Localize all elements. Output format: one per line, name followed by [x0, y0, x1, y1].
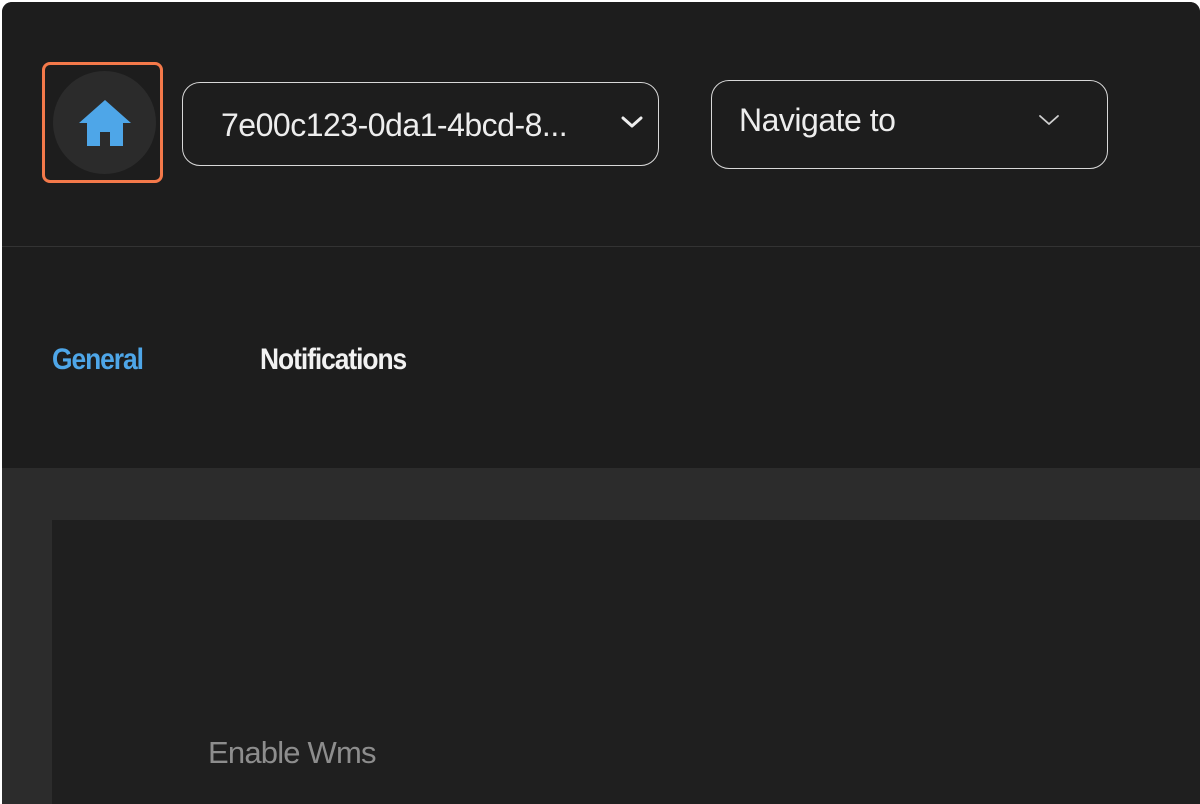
- navigate-to-select[interactable]: Navigate to: [711, 80, 1108, 169]
- tab-notifications[interactable]: Notifications: [260, 343, 407, 377]
- tab-bar: General Notifications: [2, 247, 1200, 468]
- home-icon: [77, 98, 133, 148]
- content-area: Enable Wms: [2, 468, 1200, 804]
- home-button[interactable]: [53, 71, 156, 174]
- top-bar: 7e00c123-0da1-4bcd-8... Navigate to: [2, 2, 1200, 247]
- chevron-down-icon: [620, 114, 644, 130]
- chevron-down-icon: [1037, 112, 1061, 128]
- id-select[interactable]: 7e00c123-0da1-4bcd-8...: [182, 82, 659, 166]
- settings-panel: Enable Wms: [52, 520, 1200, 804]
- tab-general[interactable]: General: [52, 343, 144, 377]
- app-window: 7e00c123-0da1-4bcd-8... Navigate to Gene…: [2, 2, 1200, 804]
- id-select-value: 7e00c123-0da1-4bcd-8...: [221, 106, 568, 143]
- enable-wms-label: Enable Wms: [208, 735, 377, 770]
